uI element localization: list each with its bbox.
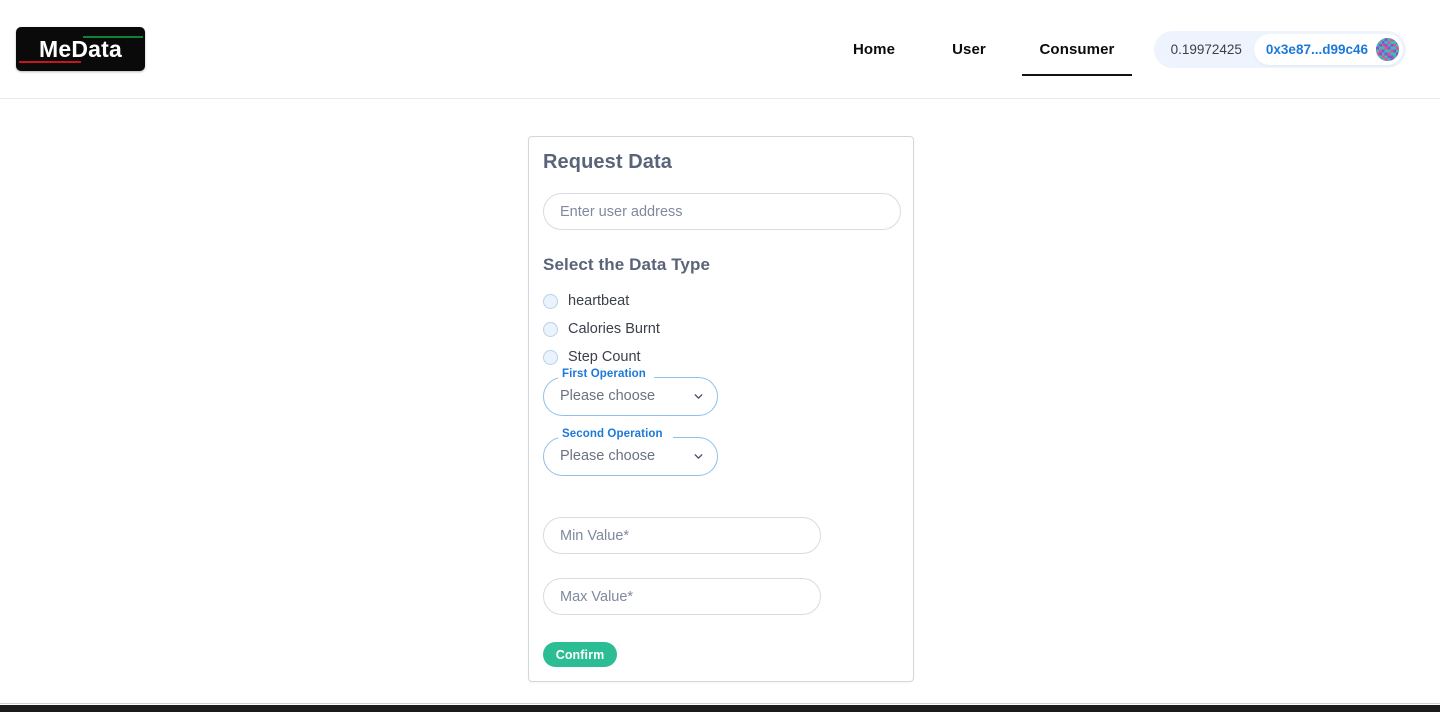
chevron-down-icon[interactable] — [692, 390, 705, 403]
first-operation-select[interactable]: First Operation Please choose — [543, 368, 718, 416]
radio-option-heartbeat[interactable]: heartbeat — [543, 287, 843, 315]
nav-active-underline — [1022, 74, 1132, 76]
main-navigation: Home User Consumer — [828, 0, 1132, 99]
nav-item-user[interactable]: User — [920, 0, 1018, 99]
app-header: MeData Home User Consumer 0.19972425 0x3… — [0, 0, 1440, 99]
radio-circle-icon[interactable] — [543, 321, 558, 337]
nav-item-home-label: Home — [852, 41, 896, 58]
nav-item-home[interactable]: Home — [828, 0, 920, 99]
page-body: Request Data Select the Data Type heartb… — [0, 99, 1440, 712]
horizontal-scrollbar[interactable] — [0, 703, 1440, 712]
wallet-address: 0x3e87...d99c46 — [1265, 42, 1368, 57]
radio-option-step-count-label: Step Count — [568, 349, 641, 365]
second-operation-select[interactable]: Second Operation Please choose — [543, 428, 718, 476]
chevron-down-icon[interactable] — [692, 450, 705, 463]
wallet-balance: 0.19972425 — [1170, 42, 1242, 57]
wallet-widget[interactable]: 0.19972425 0x3e87...d99c46 — [1153, 31, 1406, 68]
nav-item-consumer-label: Consumer — [1039, 41, 1115, 58]
radio-option-calories-burnt[interactable]: Calories Burnt — [543, 315, 843, 343]
blockie-avatar-icon — [1376, 38, 1399, 61]
first-operation-value: Please choose — [560, 388, 656, 404]
radio-option-calories-burnt-label: Calories Burnt — [568, 321, 660, 337]
min-value-input[interactable] — [543, 517, 821, 554]
logo-text: MeData — [38, 35, 122, 62]
nav-item-consumer[interactable]: Consumer — [1022, 0, 1132, 99]
horizontal-scrollbar-thumb[interactable] — [0, 705, 1440, 712]
request-data-card: Request Data Select the Data Type heartb… — [528, 136, 914, 682]
radio-option-heartbeat-label: heartbeat — [568, 293, 630, 309]
radio-circle-icon[interactable] — [543, 293, 558, 309]
nav-item-user-label: User — [952, 41, 986, 58]
second-operation-value: Please choose — [560, 448, 656, 464]
confirm-button[interactable]: Confirm — [543, 642, 617, 667]
data-type-section-title: Select the Data Type — [543, 255, 711, 274]
radio-circle-icon[interactable] — [543, 349, 558, 365]
max-value-input[interactable] — [543, 578, 821, 615]
app-logo[interactable]: MeData — [16, 27, 145, 71]
user-address-input[interactable] — [543, 193, 901, 230]
wallet-account-button[interactable]: 0x3e87...d99c46 — [1253, 34, 1403, 65]
radio-option-step-count[interactable]: Step Count — [543, 343, 843, 371]
page-title: Request Data — [543, 151, 673, 173]
data-type-radio-group: heartbeat Calories Burnt Step Count — [543, 287, 843, 371]
